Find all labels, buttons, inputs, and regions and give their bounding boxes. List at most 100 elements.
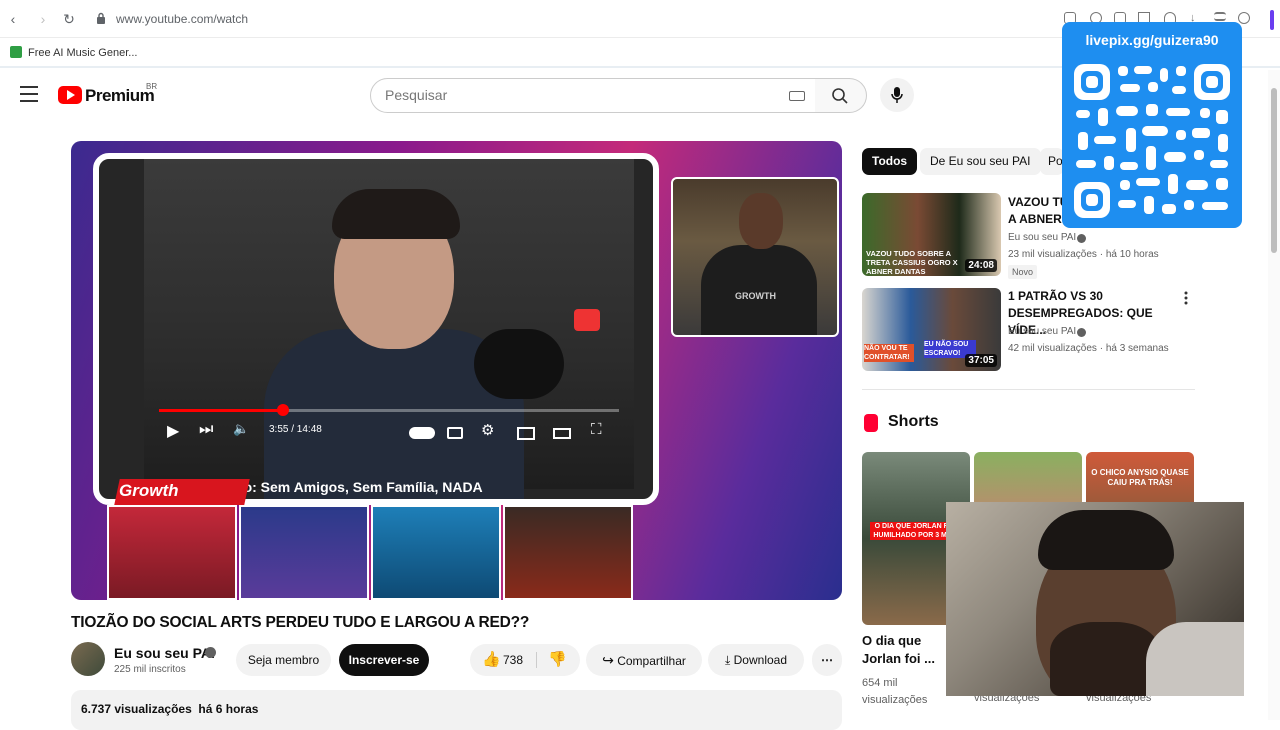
- reactor-head: [739, 193, 783, 249]
- video-thumbnail[interactable]: VAZOU TUDO SOBRE A TRETA CASSIUS OGRO X …: [862, 193, 1001, 276]
- short-views: 654 mil visualizações: [862, 677, 928, 706]
- new-badge: Novo: [1008, 265, 1038, 279]
- download-button[interactable]: ⤓ Download: [708, 644, 804, 676]
- donation-qr-card: livepix.gg/guizera90: [1062, 22, 1242, 228]
- thumbnail-caption: NÃO VOU TE CONTRATAR!: [864, 344, 914, 362]
- shirt-text: GROWTH: [735, 291, 776, 301]
- embedded-video: ▶ ⏭ 🔈 3:55 / 14:48 ⚙ ⛶ Estou Velho: Sem …: [93, 153, 659, 505]
- qr-label: livepix.gg/guizera90: [1085, 32, 1219, 48]
- recommendation-meta: 23 mil visualizações · há 10 horas: [1008, 249, 1159, 260]
- settings-icon[interactable]: ⚙: [481, 421, 494, 439]
- video-title: TIOZÃO DO SOCIAL ARTS PERDEU TUDO E LARG…: [71, 614, 530, 631]
- video-scene: [144, 159, 634, 499]
- search-button[interactable]: [815, 78, 867, 113]
- keyboard-icon[interactable]: [789, 91, 805, 101]
- product-image: [107, 505, 237, 600]
- progress-fill: [159, 409, 284, 412]
- short-title[interactable]: O dia que Jorlan foi ...: [862, 632, 952, 668]
- address-bar[interactable]: www.youtube.com/watch: [116, 12, 248, 26]
- more-actions-button[interactable]: ⋯: [812, 644, 842, 676]
- search-icon: [832, 88, 848, 104]
- volume-icon[interactable]: 🔈: [233, 421, 249, 437]
- speaker-hair: [332, 189, 460, 239]
- miniplayer-icon[interactable]: [517, 427, 535, 440]
- video-player[interactable]: ▶ ⏭ 🔈 3:55 / 14:48 ⚙ ⛶ Estou Velho: Sem …: [71, 141, 842, 600]
- share-label: Compartilhar: [617, 654, 686, 668]
- thumbnail-caption: VAZOU TUDO SOBRE A TRETA CASSIUS OGRO X …: [866, 249, 958, 276]
- join-button[interactable]: Seja membro: [236, 644, 331, 676]
- divider: [862, 389, 1195, 390]
- duration-badge: 24:08: [965, 259, 997, 272]
- mic-icon: [891, 87, 903, 103]
- share-button[interactable]: ↪ Compartilhar: [586, 644, 702, 676]
- qr-code-icon: [1074, 64, 1230, 218]
- back-icon[interactable]: ‹: [4, 10, 22, 28]
- channel-avatar[interactable]: [71, 642, 105, 676]
- play-icon[interactable]: ▶: [167, 421, 179, 441]
- posted-time: há 6 horas: [198, 702, 259, 716]
- shorts-icon: [864, 414, 878, 432]
- share-icon: ↪: [602, 652, 614, 668]
- subtitles-icon[interactable]: [447, 427, 463, 439]
- view-stats: 6.737 visualizações há 6 horas: [81, 702, 258, 716]
- reaction-camera: GROWTH: [671, 177, 839, 337]
- product-image: [239, 505, 369, 600]
- dislike-icon[interactable]: 👎: [548, 644, 567, 676]
- verified-icon: [1077, 234, 1086, 243]
- description-box[interactable]: 6.737 visualizações há 6 horas: [71, 690, 842, 730]
- streamer-hair: [1038, 510, 1174, 570]
- profile-icon[interactable]: [1238, 12, 1250, 24]
- forward-icon[interactable]: ›: [34, 10, 52, 28]
- sponsor-products: [107, 505, 633, 600]
- verified-icon: [205, 647, 216, 658]
- search-placeholder: Pesquisar: [385, 87, 448, 103]
- subscriber-count: 225 mil inscritos: [114, 664, 186, 675]
- search-input[interactable]: Pesquisar: [370, 78, 816, 113]
- view-count: 6.737 visualizações: [81, 702, 192, 716]
- channel-name[interactable]: Eu sou seu PAI: [114, 645, 215, 661]
- time-display: 3:55 / 14:48: [269, 424, 322, 435]
- recommendation-channel[interactable]: Eu sou seu PAI: [1008, 326, 1076, 337]
- theater-icon[interactable]: [553, 428, 571, 439]
- chip-channel[interactable]: De Eu sou seu PAI: [920, 148, 1041, 175]
- reactor-body: [701, 245, 817, 335]
- thumbnail-caption: O CHICO ANYSIO QUASE CAIU PRA TRÁS!: [1091, 468, 1189, 487]
- subscribe-button[interactable]: Inscrever-se: [339, 644, 429, 676]
- more-vert-icon[interactable]: [1183, 291, 1189, 305]
- streamer-shirt: [1146, 622, 1244, 696]
- shorts-heading: Shorts: [888, 413, 939, 430]
- chip-more[interactable]: Po: [1040, 148, 1064, 175]
- region-label: BR: [146, 82, 158, 91]
- duration-badge: 37:05: [965, 354, 997, 367]
- menu-icon[interactable]: [1214, 12, 1226, 21]
- menu-icon[interactable]: [20, 86, 38, 102]
- voice-search-button[interactable]: [880, 78, 914, 112]
- microphone: [474, 329, 564, 399]
- title-line: 1 PATRÃO VS 30: [1008, 289, 1103, 303]
- separator: [536, 652, 537, 668]
- scroll-thumb[interactable]: [1271, 88, 1277, 253]
- sponsor-logo: Growth: [119, 481, 179, 500]
- next-icon[interactable]: ⏭: [199, 421, 213, 439]
- fullscreen-icon[interactable]: ⛶: [591, 421, 602, 438]
- youtube-award-icon: [574, 309, 600, 331]
- streamer-webcam: [946, 502, 1244, 696]
- music-generator-icon: [10, 46, 22, 58]
- product-image: [503, 505, 633, 600]
- autoplay-toggle[interactable]: [409, 427, 435, 439]
- recommendation-meta: 42 mil visualizações · há 3 semanas: [1008, 343, 1169, 354]
- sidebar-indicator: [1270, 10, 1274, 30]
- chip-all[interactable]: Todos: [862, 148, 918, 175]
- bookmark-item[interactable]: Free AI Music Gener...: [28, 47, 137, 59]
- video-thumbnail[interactable]: NÃO VOU TE CONTRATAR! EU NÃO SOU ESCRAVO…: [862, 288, 1001, 371]
- reload-icon[interactable]: ↻: [60, 10, 78, 28]
- youtube-logo-icon[interactable]: [58, 86, 82, 104]
- page-scrollbar[interactable]: [1268, 70, 1280, 720]
- recommendation-channel[interactable]: Eu sou seu PAI: [1008, 232, 1076, 243]
- lock-icon: [97, 12, 105, 24]
- like-count[interactable]: 738: [503, 644, 523, 676]
- brand-label[interactable]: Premium: [85, 86, 155, 106]
- like-icon[interactable]: 👍: [482, 644, 501, 676]
- download-label: Download: [733, 653, 788, 667]
- streamer-beard: [1050, 622, 1160, 696]
